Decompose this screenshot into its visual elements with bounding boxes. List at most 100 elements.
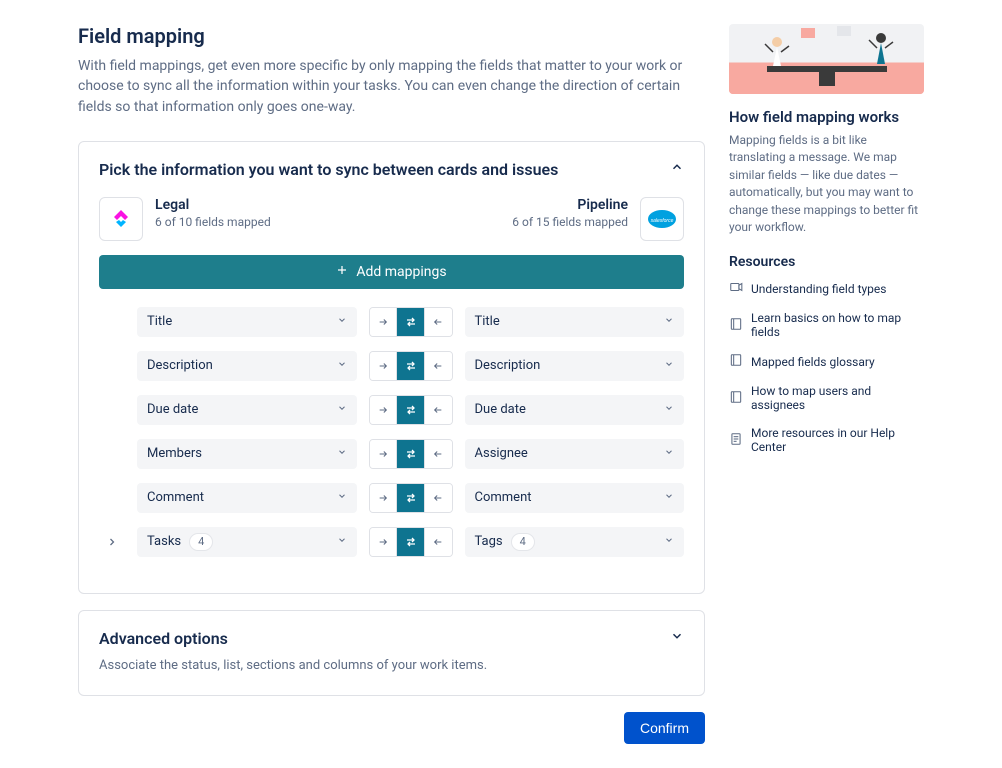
direction-both-button[interactable] xyxy=(397,396,425,424)
advanced-panel: Advanced options Associate the status, l… xyxy=(78,610,705,696)
right-field-label: Due date xyxy=(475,402,526,417)
chevron-down-icon xyxy=(337,358,347,373)
direction-left-button[interactable] xyxy=(425,484,452,512)
expand-row-icon[interactable] xyxy=(99,536,125,548)
right-field-select[interactable]: Tags4 xyxy=(465,527,685,557)
resource-link-label: Mapped fields glossary xyxy=(751,355,875,369)
direction-left-button[interactable] xyxy=(425,396,452,424)
left-field-select[interactable]: Description xyxy=(137,351,357,381)
resource-link[interactable]: How to map users and assignees xyxy=(729,384,924,412)
direction-left-button[interactable] xyxy=(425,308,452,336)
mapping-panel-title: Pick the information you want to sync be… xyxy=(99,160,558,179)
resource-icon xyxy=(729,353,743,370)
resource-link[interactable]: Learn basics on how to map fields xyxy=(729,311,924,339)
right-field-select[interactable]: Comment xyxy=(465,483,685,513)
left-field-label: Description xyxy=(147,358,213,373)
direction-right-button[interactable] xyxy=(370,440,398,468)
left-app-meta: 6 of 10 fields mapped xyxy=(155,215,271,229)
direction-toggle xyxy=(369,483,453,513)
chevron-down-icon xyxy=(664,446,674,461)
direction-left-button[interactable] xyxy=(425,440,452,468)
hero-illustration xyxy=(729,24,924,94)
page-subtitle: With field mappings, get even more speci… xyxy=(78,56,688,117)
chevron-down-icon xyxy=(337,402,347,417)
direction-toggle xyxy=(369,395,453,425)
direction-toggle xyxy=(369,307,453,337)
right-field-select[interactable]: Title xyxy=(465,307,685,337)
left-field-select[interactable]: Members xyxy=(137,439,357,469)
svg-text:salesforce: salesforce xyxy=(651,218,674,224)
right-field-label: Assignee xyxy=(475,446,528,461)
direction-left-button[interactable] xyxy=(425,528,452,556)
mapping-row: Members Assignee xyxy=(99,439,684,469)
chevron-down-icon xyxy=(337,314,347,329)
direction-right-button[interactable] xyxy=(370,308,398,336)
salesforce-logo-icon: salesforce xyxy=(640,197,684,241)
right-app-name: Pipeline xyxy=(512,197,628,213)
advanced-panel-header[interactable]: Advanced options xyxy=(99,629,684,648)
chevron-down-icon xyxy=(337,490,347,505)
left-field-label: Tasks xyxy=(147,534,181,549)
resource-icon xyxy=(729,280,743,297)
chevron-down-icon xyxy=(664,314,674,329)
resource-icon xyxy=(729,317,743,334)
direction-both-button[interactable] xyxy=(397,440,425,468)
mapping-panel-header[interactable]: Pick the information you want to sync be… xyxy=(99,160,684,179)
chevron-down-icon xyxy=(337,534,347,549)
resource-icon xyxy=(729,390,743,407)
direction-right-button[interactable] xyxy=(370,484,398,512)
right-field-label: Description xyxy=(475,358,541,373)
direction-toggle xyxy=(369,527,453,557)
direction-right-button[interactable] xyxy=(370,352,398,380)
resource-link[interactable]: Understanding field types xyxy=(729,280,924,297)
left-field-label: Due date xyxy=(147,402,198,417)
clickup-logo-icon xyxy=(99,197,143,241)
resource-link-label: How to map users and assignees xyxy=(751,384,924,412)
mapping-row: Due date Due date xyxy=(99,395,684,425)
resource-icon xyxy=(729,432,743,449)
right-field-select[interactable]: Description xyxy=(465,351,685,381)
mapping-row: Comment Comment xyxy=(99,483,684,513)
left-app: Legal 6 of 10 fields mapped xyxy=(99,197,271,241)
resource-link-label: More resources in our Help Center xyxy=(751,426,924,454)
advanced-desc: Associate the status, list, sections and… xyxy=(99,658,684,673)
direction-both-button[interactable] xyxy=(397,528,425,556)
chevron-up-icon xyxy=(670,160,684,178)
chevron-down-icon xyxy=(664,490,674,505)
left-field-select[interactable]: Due date xyxy=(137,395,357,425)
left-field-select[interactable]: Comment xyxy=(137,483,357,513)
confirm-button[interactable]: Confirm xyxy=(624,712,705,744)
add-mappings-label: Add mappings xyxy=(356,264,446,280)
right-field-label: Title xyxy=(475,314,500,329)
left-field-count: 4 xyxy=(189,533,213,551)
chevron-down-icon xyxy=(664,534,674,549)
plus-icon xyxy=(336,264,348,280)
add-mappings-button[interactable]: Add mappings xyxy=(99,255,684,289)
direction-right-button[interactable] xyxy=(370,528,398,556)
direction-both-button[interactable] xyxy=(397,484,425,512)
right-app: salesforce Pipeline 6 of 15 fields mappe… xyxy=(512,197,684,241)
chevron-down-icon xyxy=(337,446,347,461)
right-field-select[interactable]: Due date xyxy=(465,395,685,425)
mapping-row: Tasks 4 Tags4 xyxy=(99,527,684,557)
resource-link[interactable]: Mapped fields glossary xyxy=(729,353,924,370)
resource-link[interactable]: More resources in our Help Center xyxy=(729,426,924,454)
direction-both-button[interactable] xyxy=(397,352,425,380)
page-title: Field mapping xyxy=(78,24,705,48)
right-field-label: Comment xyxy=(475,490,532,505)
chevron-down-icon xyxy=(664,358,674,373)
mapping-row: Title Title xyxy=(99,307,684,337)
direction-both-button[interactable] xyxy=(397,308,425,336)
direction-left-button[interactable] xyxy=(425,352,452,380)
resource-link-label: Understanding field types xyxy=(751,282,886,296)
right-field-select[interactable]: Assignee xyxy=(465,439,685,469)
resource-link-label: Learn basics on how to map fields xyxy=(751,311,924,339)
direction-toggle xyxy=(369,351,453,381)
right-field-label: Tags xyxy=(475,534,503,549)
left-field-label: Members xyxy=(147,446,202,461)
direction-right-button[interactable] xyxy=(370,396,398,424)
left-field-select[interactable]: Title xyxy=(137,307,357,337)
side-how-title: How field mapping works xyxy=(729,108,924,126)
left-field-select[interactable]: Tasks 4 xyxy=(137,527,357,557)
mapping-panel: Pick the information you want to sync be… xyxy=(78,141,705,594)
